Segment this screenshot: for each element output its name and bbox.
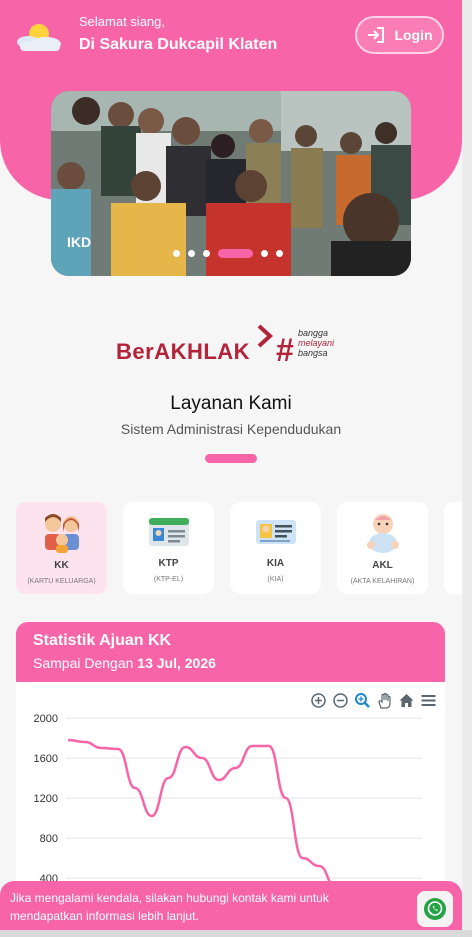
carousel-dot[interactable] xyxy=(173,250,180,257)
berakhlak-logo: BerAKHLAK # bangga melayani bangsa xyxy=(116,322,356,368)
family-icon xyxy=(44,514,79,553)
child-id-card-icon xyxy=(255,520,296,544)
service-sublabel: (KTP-EL) xyxy=(153,576,184,583)
carousel-dot[interactable] xyxy=(203,250,210,257)
greeting-text: Selamat siang, xyxy=(79,14,165,29)
id-card-icon xyxy=(148,518,189,546)
service-sublabel: (AKTA KELAHIRAN) xyxy=(350,578,415,585)
whatsapp-button[interactable] xyxy=(417,891,453,927)
service-card-akl[interactable]: AKL (AKTA KELAHIRAN) xyxy=(337,502,428,594)
service-card-kia[interactable]: KIA (KIA) xyxy=(230,502,321,594)
carousel-indicators xyxy=(173,249,283,258)
carousel-dot[interactable] xyxy=(188,250,195,257)
statistics-header: Statistik Ajuan KK Sampai Dengan 13 Jul,… xyxy=(16,622,445,682)
statistics-subtitle: Sampai Dengan 13 Jul, 2026 xyxy=(33,655,216,671)
title-underline xyxy=(205,454,257,463)
carousel-caption: IKD xyxy=(67,234,92,250)
logo-tagline: bangga melayani bangsa xyxy=(298,328,335,358)
page: Selamat siang, Di Sakura Dukcapil Klaten… xyxy=(0,0,462,937)
statistics-date: 13 Jul, 2026 xyxy=(137,655,216,671)
services-subtitle: Sistem Administrasi Kependudukan xyxy=(120,421,342,437)
chart-y-tick-label: 2000 xyxy=(34,713,58,725)
bottom-bar xyxy=(0,930,472,937)
location-title: Di Sakura Dukcapil Klaten xyxy=(79,36,278,53)
chart-series-line[interactable] xyxy=(67,738,337,890)
statistics-title: Statistik Ajuan KK xyxy=(33,632,172,649)
service-sublabel: (KIA) xyxy=(267,576,284,583)
service-card-next-partial[interactable] xyxy=(444,502,462,594)
service-label: AKL xyxy=(372,560,393,571)
login-button[interactable]: Login xyxy=(355,16,444,54)
baby-icon xyxy=(366,514,399,553)
service-list: KK (KARTU KELUARGA) KTP (KTP-EL) KIA (KI… xyxy=(16,502,428,594)
banner-carousel[interactable]: IKD xyxy=(51,91,411,276)
chart-y-tick-label: 1200 xyxy=(34,793,58,805)
service-card-kk[interactable]: KK (KARTU KELUARGA) xyxy=(16,502,107,594)
logo-chevron-icon xyxy=(257,324,273,348)
carousel-dot[interactable] xyxy=(276,250,283,257)
service-label: KK xyxy=(54,560,69,571)
whatsapp-icon xyxy=(424,898,446,920)
service-label: KIA xyxy=(266,558,285,569)
sun-cloud-icon xyxy=(17,24,61,51)
login-icon xyxy=(368,27,385,43)
carousel-dot[interactable] xyxy=(261,250,268,257)
service-label: KTP xyxy=(158,558,179,569)
chart-y-tick-label: 800 xyxy=(40,833,58,845)
help-message: Jika mengalami kendala, silakan hubungi … xyxy=(10,891,329,923)
services-title: Layanan Kami xyxy=(170,393,292,414)
logo-wordmark: BerAKHLAK xyxy=(116,339,251,364)
logo-hash: # xyxy=(276,332,294,368)
login-label: Login xyxy=(394,27,433,43)
help-footer: Jika mengalami kendala, silakan hubungi … xyxy=(0,881,462,937)
carousel-dot-active[interactable] xyxy=(218,249,253,258)
service-card-ktp[interactable]: KTP (KTP-EL) xyxy=(123,502,214,594)
service-sublabel: (KARTU KELUARGA) xyxy=(27,578,96,585)
scrollbar[interactable] xyxy=(462,0,472,937)
chart-y-tick-label: 1600 xyxy=(34,753,58,765)
